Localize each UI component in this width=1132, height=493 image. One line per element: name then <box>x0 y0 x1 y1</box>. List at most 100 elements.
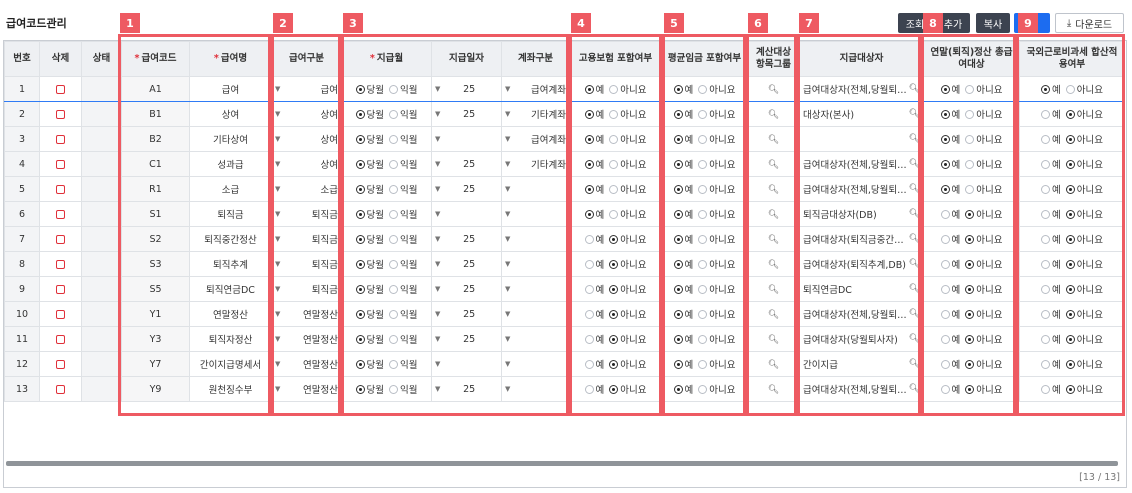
pay-day-select[interactable]: ▼ 25 <box>431 176 502 202</box>
foreign-tax-yes-radio[interactable]: 예 <box>1041 82 1061 96</box>
category-select[interactable]: ▼ 소급 <box>271 176 342 202</box>
avg-wage-yes-radio[interactable]: 예 <box>673 357 693 371</box>
search-icon[interactable]: 🔍︎ <box>909 384 920 394</box>
code-cell[interactable]: A1 <box>121 76 190 102</box>
target-cell[interactable]: 급여대상자(퇴직금중간정산) 🔍︎ <box>799 226 924 252</box>
pay-day-select[interactable]: ▼ 25 <box>431 376 502 402</box>
foreign-tax-no-radio[interactable]: 아니요 <box>1065 307 1103 321</box>
name-cell[interactable]: 퇴직중간정산 <box>189 226 272 252</box>
table-row[interactable]: 4 C1 성과급 ▼ 상여 당월 익월 ▼ 25 ▼ 기타계좌 예 아니요 예 아니요 🔍︎ 급여대상자(전체,… <box>4 151 1125 177</box>
emp-insurance-yes-radio[interactable]: 예 <box>584 332 604 346</box>
account-select[interactable]: ▼ <box>501 176 570 202</box>
table-row[interactable]: 2 B1 상여 ▼ 상여 당월 익월 ▼ 25 ▼ 기타계좌 예 아니요 예 아니요 🔍︎ 대상자(본사) 🔍︎ 예… <box>4 101 1125 127</box>
category-select[interactable]: ▼ 퇴직금 <box>271 276 342 302</box>
account-select[interactable]: ▼ 기타계좌 <box>501 151 570 177</box>
avg-wage-yes-radio[interactable]: 예 <box>673 207 693 221</box>
name-cell[interactable]: 간이지급명세서 <box>189 351 272 377</box>
delete-checkbox[interactable] <box>39 151 82 177</box>
avg-wage-no-radio[interactable]: 아니요 <box>698 132 735 146</box>
code-cell[interactable]: Y1 <box>121 301 190 327</box>
target-cell[interactable]: 대상자(본사) 🔍︎ <box>799 101 924 127</box>
pay-day-select[interactable]: ▼ <box>431 351 502 377</box>
col-delete[interactable]: 삭제 <box>39 41 82 77</box>
pay-month-current-radio[interactable]: 당월 <box>355 182 384 196</box>
foreign-tax-yes-radio[interactable]: 예 <box>1041 132 1061 146</box>
emp-insurance-yes-radio[interactable]: 예 <box>584 382 604 396</box>
emp-insurance-yes-radio[interactable]: 예 <box>584 82 604 96</box>
delete-checkbox[interactable] <box>39 226 82 252</box>
search-icon[interactable]: 🔍︎ <box>909 84 920 94</box>
category-select[interactable]: ▼ 연말정산 <box>271 301 342 327</box>
account-select[interactable]: ▼ <box>501 226 570 252</box>
delete-checkbox[interactable] <box>39 276 82 302</box>
avg-wage-yes-radio[interactable]: 예 <box>673 282 693 296</box>
name-cell[interactable]: 소급 <box>189 176 272 202</box>
name-cell[interactable]: 퇴직자정산 <box>189 326 272 352</box>
calc-group-search[interactable]: 🔍︎ <box>747 126 800 152</box>
pay-day-select[interactable]: ▼ <box>431 201 502 227</box>
pay-month-next-radio[interactable]: 익월 <box>389 82 417 96</box>
col-status[interactable]: 상태 <box>81 41 122 77</box>
col-pay-day[interactable]: 지급일자 <box>431 41 502 77</box>
pay-month-next-radio[interactable]: 익월 <box>389 382 417 396</box>
foreign-tax-yes-radio[interactable]: 예 <box>1041 332 1061 346</box>
col-emp-insurance[interactable]: 고용보험 포함여부 <box>569 41 662 77</box>
search-icon[interactable]: 🔍︎ <box>909 309 920 319</box>
calc-group-search[interactable]: 🔍︎ <box>747 101 800 127</box>
col-code[interactable]: * 급여코드 <box>121 41 190 77</box>
emp-insurance-no-radio[interactable]: 아니요 <box>609 82 646 96</box>
annual-total-yes-radio[interactable]: 예 <box>940 357 960 371</box>
pay-day-select[interactable]: ▼ 25 <box>431 301 502 327</box>
annual-total-no-radio[interactable]: 아니요 <box>965 232 1002 246</box>
emp-insurance-no-radio[interactable]: 아니요 <box>609 357 646 371</box>
calc-group-search[interactable]: 🔍︎ <box>747 351 800 377</box>
account-select[interactable]: ▼ <box>501 201 570 227</box>
code-cell[interactable]: S3 <box>121 251 190 277</box>
delete-checkbox[interactable] <box>39 301 82 327</box>
foreign-tax-no-radio[interactable]: 아니요 <box>1065 157 1103 171</box>
foreign-tax-no-radio[interactable]: 아니요 <box>1065 182 1103 196</box>
search-icon[interactable]: 🔍︎ <box>768 110 779 120</box>
target-cell[interactable]: 급여대상자(당월퇴사자) 🔍︎ <box>799 326 924 352</box>
pay-month-current-radio[interactable]: 당월 <box>355 132 384 146</box>
avg-wage-no-radio[interactable]: 아니요 <box>698 182 735 196</box>
emp-insurance-yes-radio[interactable]: 예 <box>584 232 604 246</box>
annual-total-yes-radio[interactable]: 예 <box>940 232 960 246</box>
emp-insurance-yes-radio[interactable]: 예 <box>584 132 604 146</box>
foreign-tax-no-radio[interactable]: 아니요 <box>1065 132 1103 146</box>
pay-day-select[interactable]: ▼ 25 <box>431 101 502 127</box>
col-name[interactable]: * 급여명 <box>189 41 272 77</box>
target-cell[interactable]: 퇴직연금DC 🔍︎ <box>799 276 924 302</box>
account-select[interactable]: ▼ <box>501 351 570 377</box>
avg-wage-no-radio[interactable]: 아니요 <box>698 207 735 221</box>
category-select[interactable]: ▼ 상여 <box>271 151 342 177</box>
search-icon[interactable]: 🔍︎ <box>909 284 920 294</box>
emp-insurance-no-radio[interactable]: 아니요 <box>609 307 646 321</box>
calc-group-search[interactable]: 🔍︎ <box>747 176 800 202</box>
foreign-tax-no-radio[interactable]: 아니요 <box>1065 107 1103 121</box>
search-icon[interactable]: 🔍︎ <box>768 160 779 170</box>
emp-insurance-yes-radio[interactable]: 예 <box>584 207 604 221</box>
category-select[interactable]: ▼ 연말정산 <box>271 326 342 352</box>
avg-wage-no-radio[interactable]: 아니요 <box>698 82 735 96</box>
annual-total-yes-radio[interactable]: 예 <box>940 332 960 346</box>
search-icon[interactable]: 🔍︎ <box>909 184 920 194</box>
category-select[interactable]: ▼ 연말정산 <box>271 351 342 377</box>
emp-insurance-yes-radio[interactable]: 예 <box>584 307 604 321</box>
search-icon[interactable]: 🔍︎ <box>909 234 920 244</box>
calc-group-search[interactable]: 🔍︎ <box>747 76 800 102</box>
pay-day-select[interactable]: ▼ 25 <box>431 76 502 102</box>
avg-wage-yes-radio[interactable]: 예 <box>673 82 693 96</box>
pay-day-select[interactable]: ▼ 25 <box>431 151 502 177</box>
foreign-tax-yes-radio[interactable]: 예 <box>1041 182 1061 196</box>
avg-wage-no-radio[interactable]: 아니요 <box>698 282 735 296</box>
account-select[interactable]: ▼ 급여계좌 <box>501 76 570 102</box>
table-row[interactable]: 7 S2 퇴직중간정산 ▼ 퇴직금 당월 익월 ▼ 25 ▼ 예 아니요 예 아니요 🔍︎ 급여대상자(퇴직금… <box>4 226 1125 252</box>
pay-month-next-radio[interactable]: 익월 <box>389 307 417 321</box>
annual-total-no-radio[interactable]: 아니요 <box>965 382 1002 396</box>
search-icon[interactable]: 🔍︎ <box>768 260 779 270</box>
annual-total-yes-radio[interactable]: 예 <box>940 257 960 271</box>
emp-insurance-no-radio[interactable]: 아니요 <box>609 382 646 396</box>
foreign-tax-yes-radio[interactable]: 예 <box>1041 207 1061 221</box>
pay-month-next-radio[interactable]: 익월 <box>389 282 417 296</box>
